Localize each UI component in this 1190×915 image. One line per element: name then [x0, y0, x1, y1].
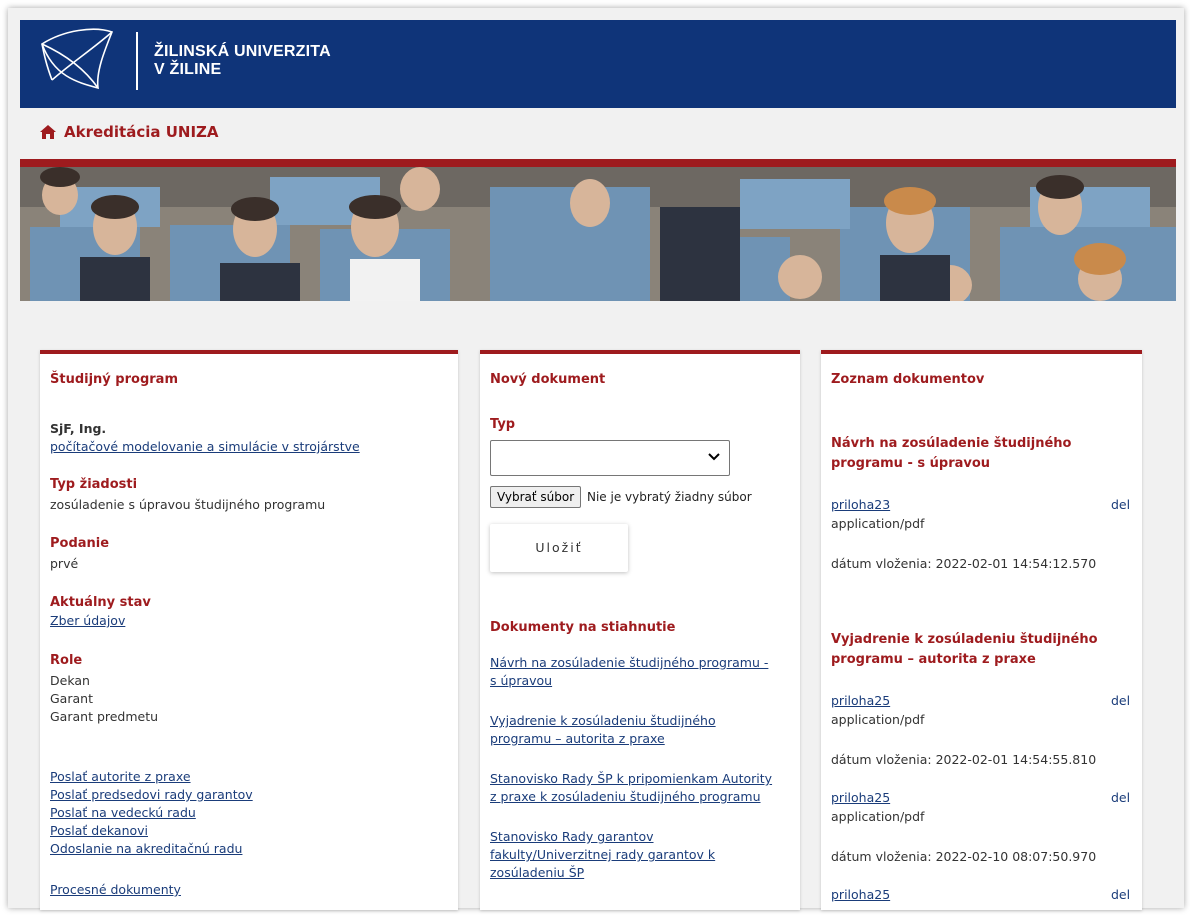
attachment-date: dátum vloženia: 2022-02-01 14:54:12.570: [831, 556, 1097, 571]
download-link-line: Vyjadrenie k zosúladeniu študijného: [490, 713, 716, 728]
logo-divider: [136, 32, 138, 90]
document-list-card: Zoznam dokumentov Návrh na zosúladenie š…: [821, 350, 1142, 910]
download-link[interactable]: Návrh na zosúladenie študijného programu…: [490, 654, 768, 690]
attachment-link[interactable]: priloha23: [831, 496, 890, 514]
attachment-date: dátum vloženia: 2022-02-01 14:54:55.810: [831, 752, 1097, 767]
roles-label: Role: [50, 653, 83, 668]
send-to-practice-authority-link[interactable]: Poslať autorite z praxe: [50, 768, 191, 786]
send-to-accreditation-board-link[interactable]: Odoslanie na akreditačnú radu: [50, 840, 242, 858]
delete-link[interactable]: del: [1111, 790, 1130, 805]
role-item: Dekan: [50, 673, 90, 688]
current-state-label: Aktuálny stav: [50, 595, 151, 610]
university-logo-icon[interactable]: [34, 24, 122, 94]
document-group-title-line: programu – autorita z praxe: [831, 652, 1036, 667]
save-button[interactable]: Uložiť: [490, 524, 628, 572]
document-group-title: Vyjadrenie k zosúladeniu študijného prog…: [831, 630, 1098, 670]
download-link-line: s úpravou: [490, 673, 553, 688]
document-group-title-line: Návrh na zosúladenie študijného: [831, 436, 1072, 451]
role-item: Garant: [50, 691, 93, 706]
role-item: Garant predmetu: [50, 709, 159, 724]
document-type-label: Typ: [490, 417, 516, 432]
download-link[interactable]: Stanovisko Rady garantov fakulty/Univerz…: [490, 828, 715, 882]
send-to-dean-link[interactable]: Poslať dekanovi: [50, 822, 148, 840]
current-state-link[interactable]: Zber údajov: [50, 612, 125, 630]
attachment-link[interactable]: priloha25: [831, 692, 890, 710]
university-name[interactable]: ŽILINSKÁ UNIVERZITA V ŽILINE: [154, 43, 331, 79]
attachment-mime: application/pdf: [831, 516, 925, 531]
download-link[interactable]: Vyjadrenie k zosúladeniu študijného prog…: [490, 712, 716, 748]
send-to-guarantor-board-chair-link[interactable]: Poslať predsedovi rady garantov: [50, 786, 253, 804]
download-link-line: Stanovisko Rady ŠP k pripomienkam Autori…: [490, 771, 773, 786]
download-link-line: programu – autorita z praxe: [490, 731, 665, 746]
hero-photo-illustration: [20, 167, 1176, 301]
file-status-text: Nie je vybratý žiadny súbor: [587, 490, 752, 504]
new-document-card: Nový dokument Typ Vybrať súbor Nie je vy…: [480, 350, 800, 910]
attachment-mime: application/pdf: [831, 809, 925, 824]
attachment-link[interactable]: priloha25: [831, 886, 890, 904]
download-link-line: Stanovisko Rady garantov: [490, 829, 654, 844]
document-type-select[interactable]: [490, 440, 730, 476]
new-document-heading: Nový dokument: [490, 372, 606, 387]
attachment-link[interactable]: priloha25: [831, 789, 890, 807]
submission-label: Podanie: [50, 536, 110, 551]
breadcrumb-label: Akreditácia UNIZA: [64, 123, 219, 141]
attachment-mime: application/pdf: [831, 712, 925, 727]
study-program-heading: Študijný program: [50, 372, 178, 387]
attachment-date: dátum vloženia: 2022-02-10 08:07:50.970: [831, 849, 1097, 864]
download-link-line: Návrh na zosúladenie študijného programu…: [490, 655, 769, 670]
process-documents-link[interactable]: Procesné dokumenty: [50, 881, 181, 899]
document-group-title: Návrh na zosúladenie študijného programu…: [831, 434, 1071, 474]
university-name-line1: ŽILINSKÁ UNIVERZITA: [154, 43, 331, 60]
header-accent-bar: [20, 159, 1176, 167]
program-name-link[interactable]: počítačové modelovanie a simulácie v str…: [50, 438, 360, 456]
choose-file-button[interactable]: Vybrať súbor: [490, 486, 582, 508]
site-header: ŽILINSKÁ UNIVERZITA V ŽILINE: [20, 20, 1176, 108]
delete-link[interactable]: del: [1111, 497, 1130, 512]
hero-photo: [20, 167, 1176, 301]
breadcrumb[interactable]: Akreditácia UNIZA: [40, 123, 219, 141]
send-to-scientific-board-link[interactable]: Poslať na vedeckú radu: [50, 804, 196, 822]
university-name-line2: V ŽILINE: [154, 61, 222, 78]
submission-value: prvé: [50, 556, 79, 571]
delete-link[interactable]: del: [1111, 887, 1130, 902]
delete-link[interactable]: del: [1111, 693, 1130, 708]
download-link[interactable]: Stanovisko Rady ŠP k pripomienkam Autori…: [490, 770, 772, 806]
download-link-line: z praxe k zosúladeniu študijného program…: [490, 789, 761, 804]
request-type-label: Typ žiadosti: [50, 477, 138, 492]
document-list-heading: Zoznam dokumentov: [831, 372, 985, 387]
download-link-line: fakulty/Univerzitnej rady garantov k: [490, 847, 716, 862]
home-icon: [40, 125, 56, 139]
downloads-heading: Dokumenty na stiahnutie: [490, 620, 676, 635]
program-code: SjF, Ing.: [50, 421, 107, 436]
study-program-card: Študijný program SjF, Ing. počítačové mo…: [40, 350, 458, 910]
download-link-line: zosúladeniu ŠP: [490, 865, 585, 880]
request-type-value: zosúladenie s úpravou študijného program…: [50, 497, 326, 512]
chevron-down-icon: [708, 453, 720, 461]
document-group-title-line: programu - s úpravou: [831, 456, 991, 471]
document-group-title-line: Vyjadrenie k zosúladeniu študijného: [831, 632, 1098, 647]
